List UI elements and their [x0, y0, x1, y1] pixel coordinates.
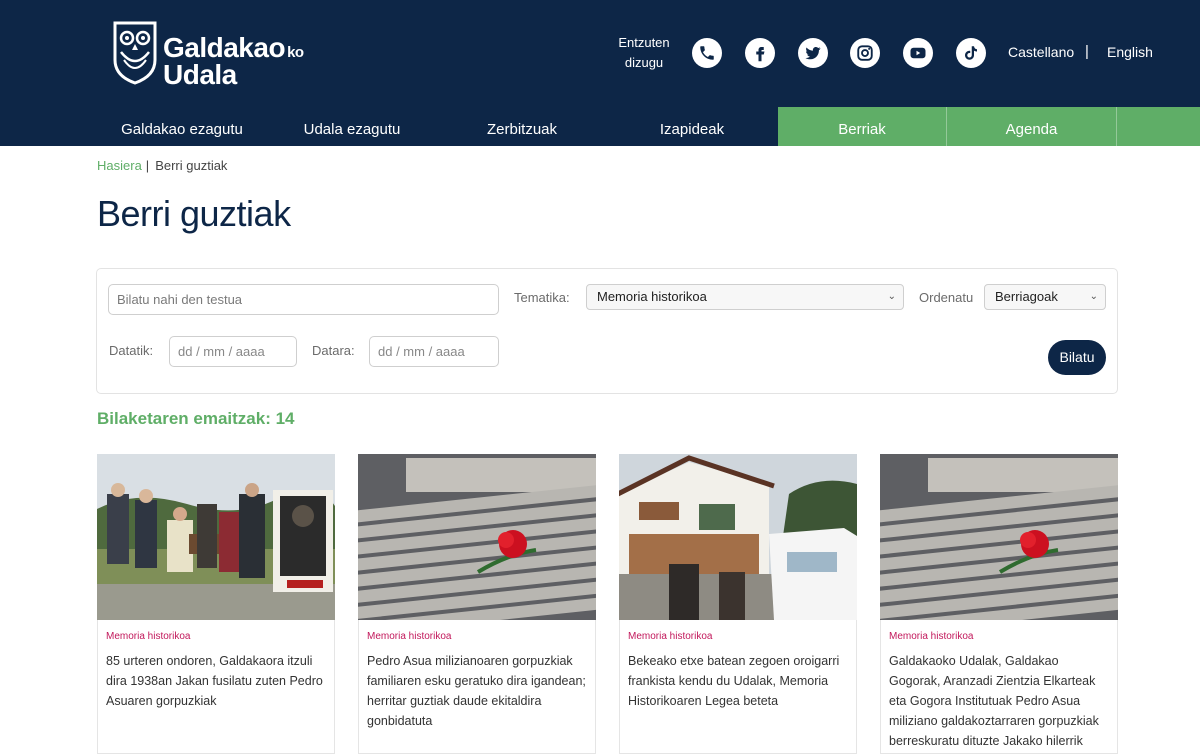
news-image	[619, 454, 857, 620]
news-card[interactable]: Memoria historikoa Bekeako etxe batean z…	[619, 454, 857, 754]
main-nav: Galdakao ezagutu Udala ezagutu Zerbitzua…	[0, 107, 1200, 146]
order-select-value: Berriagoak	[995, 289, 1058, 304]
nav-item-izapideak[interactable]: Izapideak	[607, 107, 777, 146]
news-category[interactable]: Memoria historikoa	[367, 631, 451, 642]
news-category[interactable]: Memoria historikoa	[106, 631, 190, 642]
news-category[interactable]: Memoria historikoa	[628, 631, 712, 642]
topic-label: Tematika:	[514, 290, 570, 305]
facebook-icon[interactable]	[745, 38, 775, 68]
news-title[interactable]: Pedro Asua milizianoaren gorpuzkiak fami…	[367, 651, 591, 731]
date-to-label: Datara:	[312, 343, 355, 358]
news-card[interactable]: Memoria historikoa Pedro Asua milizianoa…	[358, 454, 596, 754]
news-category[interactable]: Memoria historikoa	[889, 631, 973, 642]
youtube-icon[interactable]	[903, 38, 933, 68]
search-input[interactable]: Bilatu nahi den testua	[108, 284, 499, 315]
breadcrumb: Hasiera | Berri guztiak	[97, 158, 227, 173]
lang-english-link[interactable]: English	[1107, 44, 1153, 60]
listen-line2: dizugu	[624, 55, 664, 70]
nav-green-filler	[1117, 107, 1200, 146]
logo-suffix: ko	[287, 44, 304, 61]
nav-item-galdakao-ezagutu[interactable]: Galdakao ezagutu	[97, 107, 267, 146]
date-from-label: Datatik:	[109, 343, 154, 358]
nav-item-berriak[interactable]: Berriak	[778, 107, 947, 146]
instagram-icon[interactable]	[850, 38, 880, 68]
breadcrumb-current: Berri guztiak	[155, 158, 228, 173]
lang-castellano-link[interactable]: Castellano	[1008, 44, 1074, 60]
listen-line1: Entzuten	[618, 35, 670, 50]
order-select[interactable]: Berriagoak ⌄	[984, 284, 1106, 310]
news-image	[97, 454, 335, 620]
logo-text-udala: Udala	[163, 59, 237, 90]
owl-shield-icon	[113, 21, 157, 85]
date-from-input[interactable]: dd / mm / aaaa	[169, 336, 297, 367]
site-logo[interactable]: Galdakao ko Udala	[112, 20, 322, 90]
nav-item-udala-ezagutu[interactable]: Udala ezagutu	[267, 107, 437, 146]
search-filter-panel: Bilatu nahi den testua Tematika: Memoria…	[96, 268, 1118, 394]
nav-item-agenda[interactable]: Agenda	[947, 107, 1117, 146]
lang-separator: |	[1085, 43, 1089, 60]
breadcrumb-separator: |	[145, 158, 150, 173]
news-image	[880, 454, 1118, 620]
page-title: Berri guztiak	[97, 193, 291, 234]
news-image	[358, 454, 596, 620]
listen-link[interactable]: Entzuten dizugu	[612, 33, 676, 73]
chevron-down-icon: ⌄	[1089, 291, 1098, 302]
date-to-input[interactable]: dd / mm / aaaa	[369, 336, 499, 367]
twitter-icon[interactable]	[798, 38, 828, 68]
news-title[interactable]: Galdakaoko Udalak, Galdakao Gogorak, Ara…	[889, 651, 1113, 751]
chevron-down-icon: ⌄	[887, 291, 896, 302]
search-button[interactable]: Bilatu	[1048, 340, 1106, 375]
breadcrumb-home-link[interactable]: Hasiera	[97, 158, 142, 173]
nav-item-zerbitzuak[interactable]: Zerbitzuak	[437, 107, 607, 146]
site-header: Galdakao ko Udala Entzuten dizugu Castell…	[0, 0, 1200, 107]
news-card[interactable]: Memoria historikoa Galdakaoko Udalak, Ga…	[880, 454, 1118, 754]
order-label: Ordenatu	[919, 290, 974, 305]
results-count: Bilaketaren emaitzak: 14	[97, 409, 295, 428]
topic-select-value: Memoria historikoa	[597, 289, 707, 304]
tiktok-icon[interactable]	[956, 38, 986, 68]
news-title[interactable]: Bekeako etxe batean zegoen oroigarri fra…	[628, 651, 852, 711]
topic-select[interactable]: Memoria historikoa ⌄	[586, 284, 904, 310]
news-title[interactable]: 85 urteren ondoren, Galdakaora itzuli di…	[106, 651, 330, 711]
news-card[interactable]: Memoria historikoa 85 urteren ondoren, G…	[97, 454, 335, 754]
phone-icon[interactable]	[692, 38, 722, 68]
